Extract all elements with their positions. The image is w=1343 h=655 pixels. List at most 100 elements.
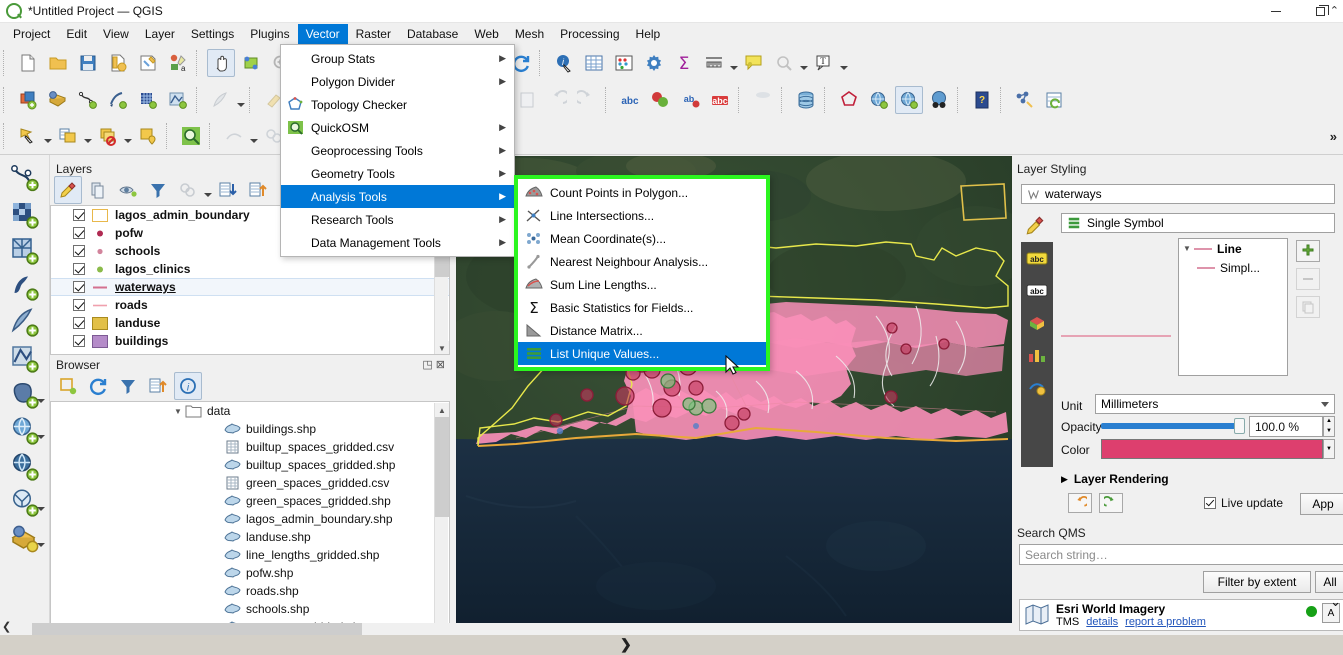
toolbar-handle[interactable]	[249, 86, 256, 113]
add-delimited-text-layer-left-button[interactable]	[4, 269, 46, 305]
undo-edit-button[interactable]	[543, 86, 571, 114]
menu-plugins[interactable]: Plugins	[242, 24, 297, 44]
layer-selector-combo[interactable]: waterways	[1021, 184, 1335, 204]
annotation-caret-icon[interactable]	[839, 50, 849, 76]
refresh-button[interactable]	[84, 372, 112, 400]
toolbar-handle[interactable]	[196, 49, 203, 76]
browser-tree-item-shapefile[interactable]: builtup_spaces_gridded.shp	[51, 456, 449, 474]
db-manager-button[interactable]	[792, 86, 820, 114]
browser-tree-item-shapefile[interactable]: lagos_admin_boundary.shp	[51, 510, 449, 528]
collapse-all-button[interactable]	[144, 372, 172, 400]
stepper-up-icon[interactable]: ▲	[1324, 417, 1334, 427]
symbol-layer-tree[interactable]: ▼ Line Simpl...	[1178, 238, 1288, 376]
toolbar-handle[interactable]	[957, 86, 964, 113]
browser-tree-item-csv[interactable]: builtup_spaces_gridded.csv	[51, 438, 449, 456]
add-delimited-text-layer-button[interactable]	[104, 86, 132, 114]
save-project-as-button[interactable]	[104, 49, 132, 77]
expand-twisty-icon[interactable]: ▼	[171, 407, 185, 416]
deselect-features-button[interactable]	[94, 122, 122, 150]
zoom-qms-button[interactable]	[177, 122, 205, 150]
expand-twisty-icon[interactable]: ▼	[1183, 244, 1194, 253]
add-postgis-layer-button[interactable]	[4, 377, 46, 413]
color-dropdown-button[interactable]: ▼	[1323, 439, 1335, 459]
qms-details-link[interactable]: details	[1086, 616, 1118, 628]
statistical-summary-button[interactable]	[610, 49, 638, 77]
new-map-view-caret-icon[interactable]	[799, 50, 809, 76]
offset-curve-button[interactable]	[220, 122, 248, 150]
select-features-caret-icon[interactable]	[43, 123, 53, 149]
metasearch-button[interactable]	[865, 86, 893, 114]
layer-visibility-checkbox[interactable]	[73, 317, 85, 329]
menu-help[interactable]: Help	[628, 24, 669, 44]
menu-edit[interactable]: Edit	[58, 24, 95, 44]
db-manager-extra-button[interactable]	[749, 86, 777, 114]
layer-row[interactable]: roads	[51, 296, 449, 314]
filter-browser-button[interactable]	[114, 372, 142, 400]
filter-legend-button[interactable]	[144, 176, 172, 204]
show-statistical-summary-button[interactable]: Σ	[670, 49, 698, 77]
wms-caret-icon[interactable]	[37, 435, 45, 439]
toolbar-handle[interactable]	[539, 49, 546, 76]
postgis-caret-icon[interactable]	[37, 399, 45, 403]
symbol-tree-row[interactable]: Simpl...	[1179, 258, 1287, 277]
qms-search-input[interactable]: Search string…	[1019, 544, 1343, 565]
topology-checker-button[interactable]	[835, 86, 863, 114]
new-shapefile-layer-button[interactable]	[164, 86, 192, 114]
quickosm-button[interactable]	[895, 85, 923, 114]
menu-item-polygon-divider[interactable]: Polygon Divider ▶	[281, 70, 514, 93]
menu-project[interactable]: Project	[5, 24, 58, 44]
menu-item-geoprocessing-tools[interactable]: Geoprocessing Tools ▶	[281, 139, 514, 162]
toolbar-handle[interactable]	[1000, 86, 1007, 113]
vector-tile-caret-icon[interactable]	[37, 543, 45, 547]
add-wcs-layer-button[interactable]	[4, 485, 46, 521]
toolbar-handle[interactable]	[3, 86, 10, 113]
add-group-button[interactable]	[84, 176, 112, 204]
toolbar-overflow-button[interactable]: »	[1330, 129, 1337, 144]
vector-menu-dropdown[interactable]: Group Stats ▶ Polygon Divider ▶ Topology…	[280, 44, 515, 257]
style-manager-button[interactable]: a	[164, 49, 192, 77]
analysis-tools-submenu[interactable]: Count Points in Polygon... Line Intersec…	[514, 175, 770, 371]
redo-edit-button[interactable]	[573, 86, 601, 114]
diagrams-tab[interactable]	[1024, 342, 1050, 368]
menu-layer[interactable]: Layer	[137, 24, 183, 44]
live-update-checkbox-row[interactable]: Live update	[1204, 496, 1283, 510]
renderer-type-combo[interactable]: Single Symbol	[1061, 213, 1335, 233]
layer-row[interactable]: waterways	[51, 278, 449, 296]
scrollbar-thumb[interactable]	[32, 623, 362, 635]
browser-horizontal-scrollbar[interactable]	[12, 623, 1012, 635]
collapse-all-button[interactable]	[244, 176, 272, 204]
redo-button[interactable]	[1099, 493, 1123, 513]
layer-labeling-options-button[interactable]	[646, 86, 674, 114]
manage-map-themes-button[interactable]	[114, 176, 142, 204]
stepper-down-icon[interactable]: ▼	[1324, 427, 1334, 437]
processing-toolbox-button[interactable]	[640, 49, 668, 77]
menu-settings[interactable]: Settings	[183, 24, 242, 44]
all-filter-button[interactable]: All	[1315, 571, 1343, 593]
remove-symbol-layer-button[interactable]	[1296, 268, 1320, 290]
browser-tree-item-csv[interactable]: green_spaces_gridded.csv	[51, 474, 449, 492]
plugin-network-button[interactable]	[1011, 86, 1039, 114]
menu-item-quickosm[interactable]: QuickOSM ▶	[281, 116, 514, 139]
highlight-pinned-labels-button[interactable]: ab	[676, 86, 704, 114]
filter-expression-caret-icon[interactable]	[203, 177, 213, 203]
layer-row[interactable]: landuse	[51, 314, 449, 332]
toolbar-handle[interactable]	[738, 86, 745, 113]
select-by-location-button[interactable]	[134, 122, 162, 150]
show-hide-labels-button[interactable]: abc	[706, 86, 734, 114]
attribute-refresh-button[interactable]	[1041, 86, 1069, 114]
toolbar-handle[interactable]	[605, 86, 612, 113]
menu-item-basic-statistics-for-fields[interactable]: Σ Basic Statistics for Fields...	[518, 296, 766, 319]
add-layer-caret-icon[interactable]	[236, 87, 246, 113]
menu-item-distance-matrix[interactable]: Distance Matrix...	[518, 319, 766, 342]
open-project-button[interactable]	[44, 49, 72, 77]
offset-caret-icon[interactable]	[249, 123, 259, 149]
add-vector-tile-layer-button[interactable]	[4, 521, 46, 557]
open-layer-styling-panel-button[interactable]	[54, 176, 82, 204]
duplicate-symbol-layer-button[interactable]	[1296, 296, 1320, 318]
layer-visibility-checkbox[interactable]	[73, 335, 85, 347]
scrollbar-thumb[interactable]	[435, 417, 449, 517]
add-symbol-layer-button[interactable]	[1296, 240, 1320, 262]
undock-icon[interactable]: ◳	[422, 358, 432, 371]
add-mesh-layer-button[interactable]	[134, 86, 162, 114]
new-text-annotation-button[interactable]: T	[810, 49, 838, 77]
